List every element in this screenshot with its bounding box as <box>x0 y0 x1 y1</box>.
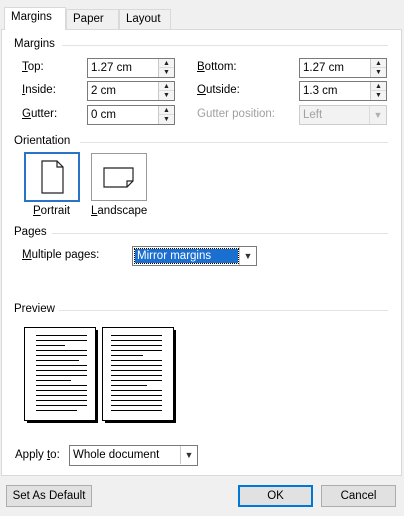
spin-down-icon[interactable]: ▼ <box>158 91 174 100</box>
top-margin-spinner[interactable]: 1.27 cm ▲ ▼ <box>87 58 175 78</box>
gutter-spinner[interactable]: 0 cm ▲ ▼ <box>87 105 175 125</box>
pages-separator <box>52 233 388 234</box>
orientation-section-title: Orientation <box>14 135 71 147</box>
spin-up-icon[interactable]: ▲ <box>158 59 174 68</box>
gutter-value[interactable]: 0 cm <box>91 109 116 121</box>
inside-margin-value[interactable]: 2 cm <box>91 85 116 97</box>
bottom-margin-value[interactable]: 1.27 cm <box>303 62 344 74</box>
page-setup-dialog: Margins Paper Layout Margins Top: 1.27 c… <box>0 0 404 516</box>
chevron-down-icon: ▼ <box>369 106 386 124</box>
pages-section-title: Pages <box>14 226 47 238</box>
bottom-label: Bottom: <box>197 61 237 73</box>
apply-to-value[interactable]: Whole document <box>73 449 159 461</box>
landscape-button[interactable] <box>91 153 147 201</box>
gutter-position-combo: Left ▼ <box>299 105 387 125</box>
tab-layout[interactable]: Layout <box>119 9 171 29</box>
spin-up-icon[interactable]: ▲ <box>158 82 174 91</box>
preview-text-lines <box>111 335 162 411</box>
landscape-icon <box>103 167 134 188</box>
preview-shadow <box>174 330 176 423</box>
inside-label: Inside: <box>22 84 56 96</box>
multiple-pages-dropdown[interactable]: Mirror margins ▼ <box>132 246 257 266</box>
preview-shadow <box>27 421 97 423</box>
ok-button[interactable]: OK <box>238 485 313 507</box>
preview-right-page <box>102 327 174 421</box>
outside-margin-value[interactable]: 1.3 cm <box>303 85 338 97</box>
preview-left-page <box>24 327 96 421</box>
apply-to-dropdown[interactable]: Whole document ▼ <box>69 445 198 466</box>
portrait-icon <box>41 160 64 194</box>
outside-label: Outside: <box>197 84 240 96</box>
spin-down-icon[interactable]: ▼ <box>370 91 386 100</box>
preview-separator <box>59 310 388 311</box>
tab-margins[interactable]: Margins <box>4 7 66 30</box>
tab-paper[interactable]: Paper <box>66 9 119 29</box>
margins-section-title: Margins <box>14 38 55 50</box>
portrait-button[interactable] <box>24 152 80 202</box>
top-label: Top: <box>22 61 44 73</box>
multiple-pages-value[interactable]: Mirror margins <box>134 248 239 264</box>
spin-up-icon[interactable]: ▲ <box>158 106 174 115</box>
gutter-position-value: Left <box>303 109 323 121</box>
bottom-margin-spinner[interactable]: 1.27 cm ▲ ▼ <box>299 58 387 78</box>
preview-section-title: Preview <box>14 303 55 315</box>
portrait-label[interactable]: Portrait <box>33 205 70 217</box>
landscape-label[interactable]: Landscape <box>91 205 147 217</box>
spin-down-icon[interactable]: ▼ <box>370 68 386 77</box>
chevron-down-icon[interactable]: ▼ <box>239 247 256 265</box>
multiple-pages-label: Multiple pages: <box>22 249 100 261</box>
preview-shadow <box>96 330 98 423</box>
spin-down-icon[interactable]: ▼ <box>158 115 174 124</box>
gutter-position-label: Gutter position: <box>197 108 275 120</box>
margins-separator <box>62 45 388 46</box>
top-margin-value[interactable]: 1.27 cm <box>91 62 132 74</box>
set-as-default-button[interactable]: Set As Default <box>6 485 92 507</box>
chevron-down-icon[interactable]: ▼ <box>180 446 197 464</box>
preview-text-lines <box>36 335 87 411</box>
spin-up-icon[interactable]: ▲ <box>370 82 386 91</box>
gutter-label: Gutter: <box>22 108 58 120</box>
tab-strip: Margins Paper Layout <box>0 0 404 30</box>
spin-down-icon[interactable]: ▼ <box>158 68 174 77</box>
outside-margin-spinner[interactable]: 1.3 cm ▲ ▼ <box>299 81 387 101</box>
preview-shadow <box>105 421 175 423</box>
spin-up-icon[interactable]: ▲ <box>370 59 386 68</box>
orientation-separator <box>80 142 388 143</box>
apply-to-label: Apply to: <box>15 449 60 461</box>
cancel-button[interactable]: Cancel <box>321 485 396 507</box>
inside-margin-spinner[interactable]: 2 cm ▲ ▼ <box>87 81 175 101</box>
